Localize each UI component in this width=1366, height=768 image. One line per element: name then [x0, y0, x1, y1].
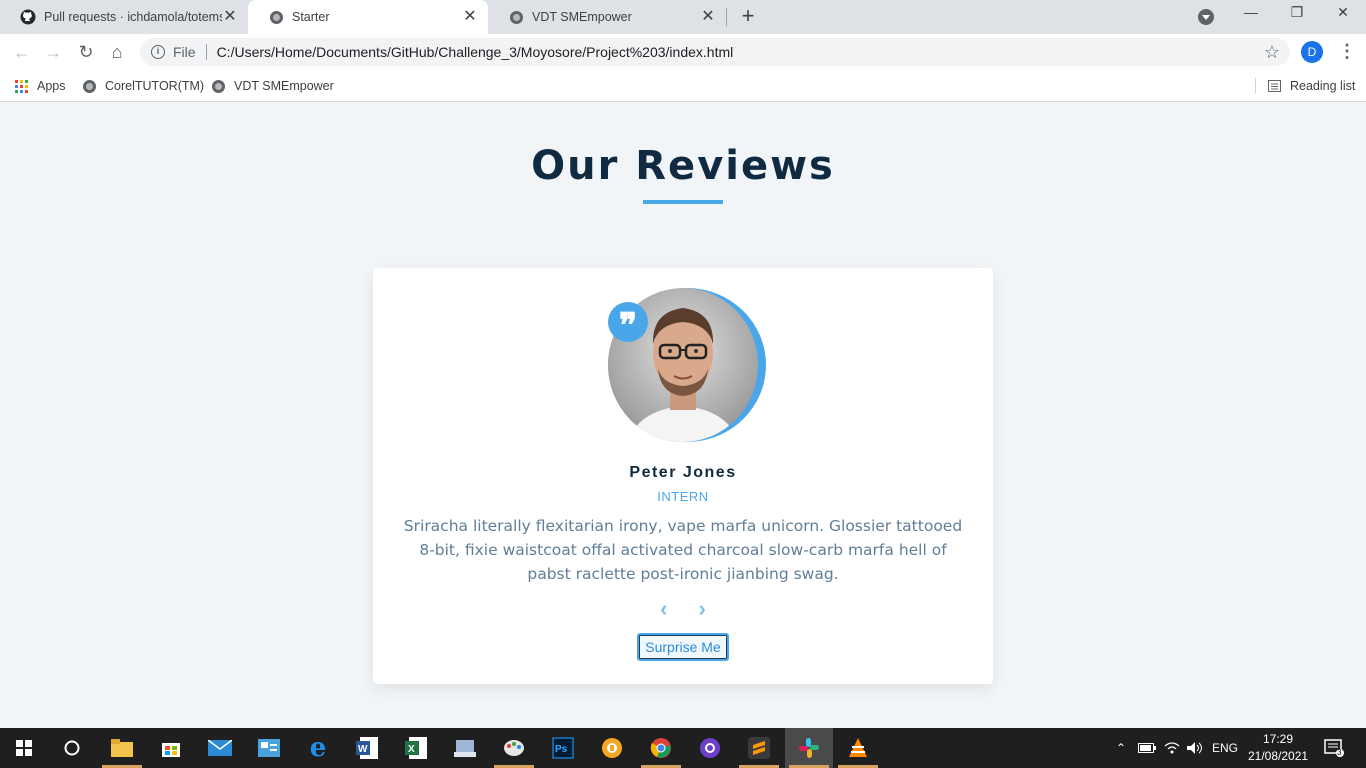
author-job: INTERN [657, 489, 709, 504]
tab-pull-requests[interactable]: Pull requests · ichdamola/totems ✕ [0, 0, 248, 34]
time: 17:29 [1262, 732, 1294, 746]
profile-avatar[interactable]: D [1301, 41, 1323, 63]
mail-icon[interactable] [206, 734, 234, 762]
divider [205, 44, 207, 60]
bookmark-label: Apps [37, 79, 66, 93]
reading-list-button[interactable]: Reading list [1267, 76, 1355, 96]
cortana-search-icon[interactable] [58, 734, 86, 762]
clock[interactable]: 17:29 21/08/2021 [1248, 731, 1308, 765]
excel-icon[interactable]: X [402, 734, 430, 762]
bookmark-coreltutor[interactable]: CorelTUTOR(TM) [82, 76, 204, 96]
close-tab-icon[interactable]: ✕ [700, 9, 716, 25]
svg-text:X: X [408, 744, 415, 755]
network-app-icon[interactable] [451, 734, 479, 762]
notification-count: 3 [1337, 748, 1342, 757]
review-text: Sriracha literally flexitarian irony, va… [403, 517, 963, 583]
apps-grid-icon [14, 79, 28, 93]
menu-kebab-icon[interactable]: ⋮ [1338, 42, 1356, 62]
page-title: Our Reviews [531, 143, 835, 189]
volume-icon[interactable] [1186, 728, 1204, 768]
restore-button[interactable]: ❐ [1274, 4, 1320, 28]
slack-icon[interactable] [795, 734, 823, 762]
tab-starter[interactable]: Starter ✕ [248, 0, 488, 34]
store-icon[interactable] [157, 734, 185, 762]
page-content: Our Reviews ❞ Peter Jones INTERN Srirach… [0, 103, 1366, 728]
file-explorer-icon[interactable] [108, 734, 136, 762]
photoshop-icon[interactable]: Ps [549, 734, 577, 762]
bookmark-apps[interactable]: Apps [14, 76, 66, 96]
review-card: ❞ Peter Jones INTERN Sriracha literally … [373, 268, 993, 684]
bookmark-label: CorelTUTOR(TM) [105, 79, 205, 93]
tab-title: Starter [292, 10, 330, 24]
brave-icon[interactable] [598, 734, 626, 762]
edge-icon[interactable]: e [304, 734, 332, 762]
sublime-text-icon[interactable] [745, 734, 773, 762]
url-text[interactable]: C:/Users/Home/Documents/GitHub/Challenge… [217, 44, 734, 60]
tab-title: VDT SMEmpower [532, 10, 632, 24]
reading-list-icon [1267, 79, 1281, 93]
svg-text:W: W [358, 744, 368, 755]
bookmark-label: VDT SMEmpower [234, 79, 334, 93]
close-tab-icon[interactable]: ✕ [462, 9, 478, 25]
back-arrow-icon[interactable]: ← [12, 42, 32, 62]
chevron-right-icon[interactable]: › [689, 598, 715, 620]
show-hidden-icons-chevron-icon[interactable]: ⌃ [1116, 728, 1126, 768]
title-underline [643, 200, 723, 204]
close-window-button[interactable]: ✕ [1320, 4, 1366, 28]
windows-taskbar: e W X Ps ⌃ ENG 17:29 21/08/2021 3 [0, 728, 1366, 768]
bookmark-vdt-smempower[interactable]: VDT SMEmpower [211, 76, 334, 96]
bookmarks-bar: Apps CorelTUTOR(TM) VDT SMEmpower Readin… [0, 70, 1366, 102]
review-nav: ‹ › [373, 598, 993, 621]
chrome-icon[interactable] [647, 734, 675, 762]
bookmark-star-icon[interactable]: ☆ [1264, 42, 1280, 62]
globe-icon [508, 9, 524, 25]
address-bar[interactable]: i File C:/Users/Home/Documents/GitHub/Ch… [140, 38, 1290, 66]
control-panel-icon[interactable] [255, 734, 283, 762]
quote-icon: ❞ [608, 302, 648, 346]
home-icon[interactable]: ⌂ [107, 42, 127, 62]
divider [1255, 78, 1256, 94]
globe-icon [268, 9, 284, 25]
site-info-icon[interactable]: i [151, 45, 165, 59]
chevron-left-icon[interactable]: ‹ [651, 598, 677, 620]
tab-vdt-smempower[interactable]: VDT SMEmpower ✕ [488, 0, 726, 34]
svg-text:Ps: Ps [555, 744, 568, 755]
notification-center-icon[interactable]: 3 [1324, 739, 1344, 757]
tab-search-icon[interactable] [1198, 9, 1214, 25]
battery-icon[interactable] [1138, 728, 1156, 768]
browser-toolbar: ← → ↻ ⌂ i File C:/Users/Home/Documents/G… [0, 34, 1366, 70]
reading-list-label: Reading list [1290, 79, 1356, 93]
windows-start-icon[interactable] [10, 734, 38, 762]
globe-icon [82, 79, 96, 93]
github-desktop-icon[interactable] [696, 734, 724, 762]
minimize-button[interactable]: — [1228, 4, 1274, 28]
author-name: Peter Jones [629, 464, 737, 481]
github-icon [20, 9, 36, 25]
reload-icon[interactable]: ↻ [76, 42, 96, 62]
date: 21/08/2021 [1248, 749, 1309, 763]
wifi-icon[interactable] [1164, 728, 1180, 768]
word-icon[interactable]: W [353, 734, 381, 762]
forward-arrow-icon[interactable]: → [43, 42, 63, 62]
tab-title: Pull requests · ichdamola/totems [44, 10, 222, 24]
language-indicator[interactable]: ENG [1212, 728, 1238, 768]
url-scheme: File [173, 44, 196, 60]
close-tab-icon[interactable]: ✕ [222, 9, 238, 25]
vlc-icon[interactable] [844, 734, 872, 762]
tab-separator [726, 8, 727, 26]
paint-icon[interactable] [500, 734, 528, 762]
globe-icon [211, 79, 225, 93]
surprise-me-button[interactable]: Surprise Me [637, 633, 729, 661]
tab-strip: Pull requests · ichdamola/totems ✕ Start… [0, 0, 1366, 34]
new-tab-button[interactable]: + [738, 5, 758, 27]
